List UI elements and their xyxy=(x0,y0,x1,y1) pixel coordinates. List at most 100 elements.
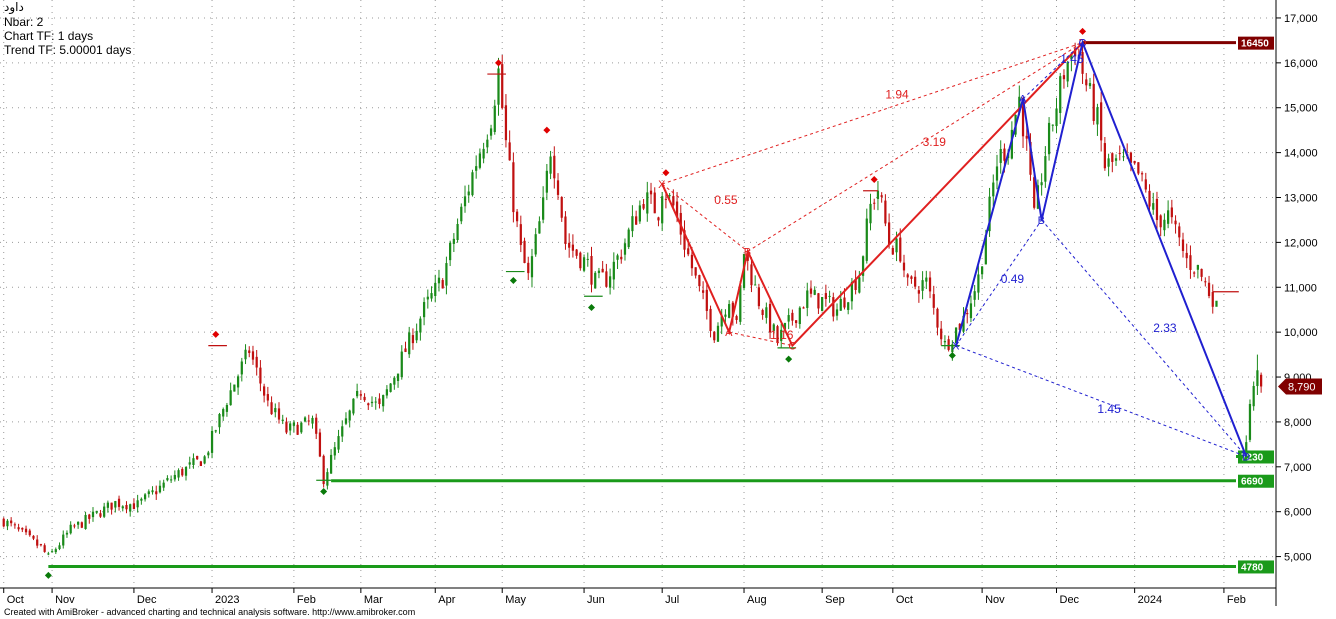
candle-body xyxy=(966,312,969,315)
blue-pattern-ratio-label: 1.45 xyxy=(1097,402,1121,416)
red-pattern-point-b: B xyxy=(744,246,751,258)
candle-body xyxy=(54,549,57,553)
candle-body xyxy=(471,172,474,196)
blue-pattern-ratio-line xyxy=(955,219,1043,346)
x-tick-label: Jul xyxy=(665,594,679,606)
y-tick-label: 17,000 xyxy=(1284,13,1318,25)
candle-body xyxy=(1118,152,1121,154)
x-tick-label: Nov xyxy=(55,594,75,606)
candle-body xyxy=(661,196,664,224)
candle-body xyxy=(333,447,336,456)
candle-body xyxy=(192,458,195,465)
candle-body xyxy=(568,242,571,248)
candle-body xyxy=(519,224,522,245)
candle-body xyxy=(207,452,210,456)
candle-body xyxy=(1047,122,1051,155)
candle-body xyxy=(110,502,113,510)
blue-pattern-ratio-label: 1.45 xyxy=(1060,52,1084,66)
candle-body xyxy=(389,383,392,392)
candle-body xyxy=(277,408,281,420)
candle-body xyxy=(690,254,694,269)
candle-body xyxy=(995,166,999,181)
x-tick-label: Oct xyxy=(896,594,913,606)
candle-body xyxy=(225,405,229,412)
candle-body xyxy=(698,275,701,287)
blue-pattern-ratio-line xyxy=(1041,219,1247,457)
candle-body xyxy=(274,408,277,413)
candle-body xyxy=(136,500,139,508)
swing-low-marker xyxy=(948,351,956,359)
candle-body xyxy=(441,280,444,289)
candle-body xyxy=(1200,268,1203,277)
candle-body xyxy=(1170,207,1173,218)
candle-body xyxy=(177,470,180,478)
candle-body xyxy=(475,166,478,171)
candle-body xyxy=(430,293,433,299)
y-tick-label: 5,000 xyxy=(1284,552,1312,564)
candle-body xyxy=(449,242,452,261)
red-pattern-point-a: A xyxy=(725,327,733,339)
price-chart[interactable]: 5,0006,0007,0008,0009,00010,00011,00012,… xyxy=(0,0,1336,606)
candle-body xyxy=(705,289,708,311)
candle-body xyxy=(6,520,9,527)
candle-body xyxy=(203,456,206,464)
candle-body xyxy=(1133,160,1136,164)
candle-body xyxy=(757,287,761,307)
candle-body xyxy=(311,417,314,424)
candle-body xyxy=(1092,83,1095,121)
x-tick-label: Feb xyxy=(1227,594,1246,606)
candle-body xyxy=(315,417,318,434)
candle-body xyxy=(10,520,13,524)
candle-body xyxy=(378,398,381,405)
swing-low-marker xyxy=(320,487,328,495)
resistance-16450-label: 16450 xyxy=(1241,39,1269,50)
candle-body xyxy=(65,532,69,535)
candle-body xyxy=(166,478,169,481)
candle-body xyxy=(77,521,80,525)
candle-body xyxy=(627,229,630,248)
last-price-label: 8,790 xyxy=(1288,381,1316,393)
y-tick-label: 15,000 xyxy=(1284,103,1318,115)
footer-credit: Created with AmiBroker - advanced charti… xyxy=(4,607,416,617)
candle-body xyxy=(415,330,418,341)
candle-body xyxy=(426,296,429,300)
candle-body xyxy=(486,139,489,148)
candle-body xyxy=(1185,252,1188,259)
candle-body xyxy=(84,514,87,529)
candle-body xyxy=(545,170,548,193)
candle-body xyxy=(251,351,255,360)
candle-body xyxy=(653,192,656,214)
swing-low-marker xyxy=(587,303,595,311)
candle-body xyxy=(400,351,403,377)
candle-body xyxy=(121,506,124,509)
y-tick-label: 8,000 xyxy=(1284,417,1312,429)
candle-body xyxy=(341,426,344,437)
candle-body xyxy=(266,394,269,401)
candle-body xyxy=(806,290,809,308)
candle-body xyxy=(106,502,109,508)
candle-body xyxy=(289,423,292,431)
candle-body xyxy=(478,153,482,168)
candle-body xyxy=(616,255,619,260)
candle-body xyxy=(129,504,132,512)
blue-pattern-point-a: A xyxy=(1019,94,1027,106)
candle-body xyxy=(1044,156,1047,182)
candle-body xyxy=(28,530,31,536)
candle-body xyxy=(1107,158,1110,167)
candle-body xyxy=(1096,107,1099,125)
x-tick-label: Nov xyxy=(985,594,1005,606)
blue-pattern-ratio-label: 2.33 xyxy=(1153,321,1177,335)
candle-body xyxy=(1167,210,1170,224)
candle-body xyxy=(672,196,675,206)
candle-body xyxy=(356,390,359,397)
swing-high-marker xyxy=(662,169,670,177)
candle-body xyxy=(646,192,649,214)
red-pattern-point-x: X xyxy=(658,179,666,191)
swing-high-marker xyxy=(1079,27,1087,35)
candle-body xyxy=(765,307,768,318)
candle-body xyxy=(1003,148,1006,161)
candle-body xyxy=(928,277,932,292)
candle-body xyxy=(88,514,91,519)
y-tick-label: 14,000 xyxy=(1284,148,1318,160)
blue-pattern-ratio-label: 0.49 xyxy=(1001,272,1025,286)
